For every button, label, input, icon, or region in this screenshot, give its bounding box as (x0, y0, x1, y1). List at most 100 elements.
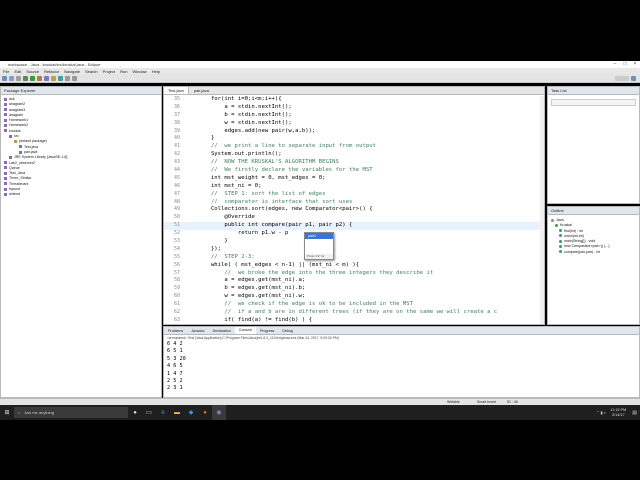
editor-scrollbar[interactable] (540, 96, 544, 324)
console-tab[interactable]: Progress (256, 329, 278, 333)
code-line[interactable]: 44 // We firstly declare the variables f… (164, 167, 544, 175)
code-line[interactable]: 57 // we broke the edge into the three i… (164, 270, 544, 278)
task-list-tab[interactable]: Task List (548, 87, 639, 95)
code-line[interactable]: 53 } (164, 238, 544, 246)
code-area[interactable]: 35 for(int i=0;i<m;i++){36 a = stdin.nex… (164, 96, 544, 325)
menu-item[interactable]: Navigate (64, 69, 80, 74)
project-icon (4, 124, 7, 128)
code-line[interactable]: 63 if( find(a) != find(b) ) { (164, 317, 544, 325)
save-icon[interactable] (9, 75, 14, 81)
tray-icons[interactable]: ⌃ ▮ ◐ (596, 410, 606, 415)
minimize-button[interactable]: – (610, 61, 620, 68)
new-package-icon[interactable] (51, 75, 56, 81)
firefox-icon[interactable]: ● (198, 405, 212, 420)
code-line[interactable]: 60 w = edges.get(mst_ni).w; (164, 293, 544, 301)
outline-item[interactable]: compare(pair,pair) : int (548, 250, 639, 255)
code-line[interactable]: 42 System.out.println(); (164, 151, 544, 159)
package-explorer-tab[interactable]: Package Explorer (1, 87, 161, 95)
project-icon (4, 118, 7, 122)
line-number: 60 (173, 293, 180, 300)
print-icon[interactable] (16, 75, 21, 81)
code-line[interactable]: 51 public int compare(pair p1, pair p2) … (164, 222, 544, 231)
menu-item[interactable]: Edit (14, 69, 21, 74)
menu-item[interactable]: Search (85, 69, 98, 74)
code-text: // we check if the edge is ok to be incl… (184, 301, 414, 308)
member-icon (559, 245, 562, 249)
run-icon[interactable] (30, 75, 35, 81)
code-line[interactable]: 49 Collections.sort(edges, new Comparato… (164, 206, 544, 214)
store-icon[interactable]: ◆ (184, 405, 198, 420)
new-java-project-icon[interactable] (44, 75, 49, 81)
code-line[interactable]: 37 b = stdin.nextInt(); (164, 112, 544, 120)
code-line[interactable]: 38 w = stdin.nextInt(); (164, 120, 544, 128)
close-button[interactable]: × (630, 61, 640, 68)
outline-tab[interactable]: Outline (548, 207, 639, 215)
clock[interactable]: 11:15 PM 3/14/17 (610, 408, 626, 418)
line-number: 49 (173, 206, 180, 213)
title-bar: workspace - Java - kruskal/src/kruskal.j… (0, 61, 640, 68)
package-tree-item[interactable]: whinos (1, 192, 161, 197)
mic-icon[interactable]: ● (128, 405, 142, 420)
code-line[interactable]: 56 while( ( mst_edges < n-1) || (mst_ni … (164, 262, 544, 270)
debug-icon[interactable] (23, 75, 28, 81)
code-line[interactable]: 62 // if a and b are in different trees … (164, 309, 544, 317)
editor-tab-test-java[interactable]: Test.java (164, 87, 189, 94)
code-line[interactable]: 47 // STEP 1: sort the list of edges (164, 191, 544, 199)
autocomplete-item[interactable]: pair1 (305, 233, 333, 239)
project-icon (4, 192, 7, 196)
task-filter-input[interactable] (551, 99, 636, 106)
cortana-search-box[interactable]: ○ Ask me anything (14, 407, 128, 418)
line-number: 48 (173, 198, 180, 205)
code-line[interactable]: 43 // NOW THE KRUSKAL'S ALGORITHM BEGINS (164, 159, 544, 167)
menu-item[interactable]: Window (132, 69, 146, 74)
console-tab[interactable]: Debug (278, 329, 297, 333)
maximize-button[interactable]: □ (620, 61, 630, 68)
menu-item[interactable]: Project (103, 69, 115, 74)
code-line[interactable]: 41 // we print a line to separate input … (164, 143, 544, 151)
console-tab[interactable]: Declaration (209, 329, 235, 333)
code-line[interactable]: 45 int mst_weight = 0, mst_edges = 0; (164, 175, 544, 183)
console-line: 4 6 5 (167, 363, 183, 370)
console-tab[interactable]: Console (234, 327, 256, 334)
file-explorer-icon[interactable]: ▬ (170, 405, 184, 420)
eclipse-icon[interactable]: ◉ (212, 405, 226, 420)
code-line[interactable]: 40 } (164, 135, 544, 143)
java-perspective-icon[interactable] (631, 75, 636, 81)
notifications-icon[interactable]: ▤ (632, 410, 637, 416)
open-type-icon[interactable] (65, 75, 70, 81)
task-view-icon[interactable]: ▭ (142, 405, 156, 420)
status-bar: Writable Smart Insert 51 : 46 (0, 398, 640, 405)
console-tab[interactable]: Javadoc (187, 329, 208, 333)
code-line[interactable]: 46 int mst_ni = 0; (164, 183, 544, 191)
code-line[interactable]: 58 a = edges.get(mst_ni).a; (164, 277, 544, 285)
code-line[interactable]: 61 // we check if the edge is ok to be i… (164, 301, 544, 309)
search-icon[interactable] (72, 75, 77, 81)
menu-item[interactable]: File (3, 69, 9, 74)
menu-item[interactable]: Refactor (44, 69, 59, 74)
code-line[interactable]: 52 return p1.w - p (164, 230, 544, 238)
external-tools-icon[interactable] (37, 75, 42, 81)
code-line[interactable]: 39 edges.add(new pair(w,a,b)); (164, 128, 544, 136)
code-line[interactable]: 48 // comparator is interface that sort … (164, 199, 544, 207)
console-tab[interactable]: Problems (164, 329, 187, 333)
member-icon (559, 229, 562, 233)
quick-access-input[interactable] (615, 75, 629, 81)
project-icon (4, 102, 7, 106)
new-icon[interactable] (2, 75, 7, 81)
code-text: for(int i=0;i<m;i++){ (184, 96, 282, 102)
code-line[interactable]: 54 }); (164, 246, 544, 254)
new-class-icon[interactable] (58, 75, 63, 81)
menu-item[interactable]: Run (120, 69, 127, 74)
editor-tab-pair-java[interactable]: pair.java (190, 87, 213, 94)
menu-item[interactable]: Help (152, 69, 160, 74)
menu-item[interactable]: Source (26, 69, 39, 74)
line-number: 59 (173, 285, 180, 292)
code-line[interactable]: 35 for(int i=0;i<m;i++){ (164, 96, 544, 104)
code-line[interactable]: 59 b = edges.get(mst_ni).b; (164, 285, 544, 293)
console-tab-bar: Problems Javadoc Declaration Console Progres… (164, 327, 639, 335)
code-line[interactable]: 36 a = stdin.nextInt(); (164, 104, 544, 112)
edge-icon[interactable]: e (156, 405, 170, 420)
start-icon[interactable]: ⊞ (0, 405, 14, 420)
code-line[interactable]: 55 // STEP 2-3: (164, 254, 544, 262)
code-line[interactable]: 50 @Override (164, 214, 544, 222)
